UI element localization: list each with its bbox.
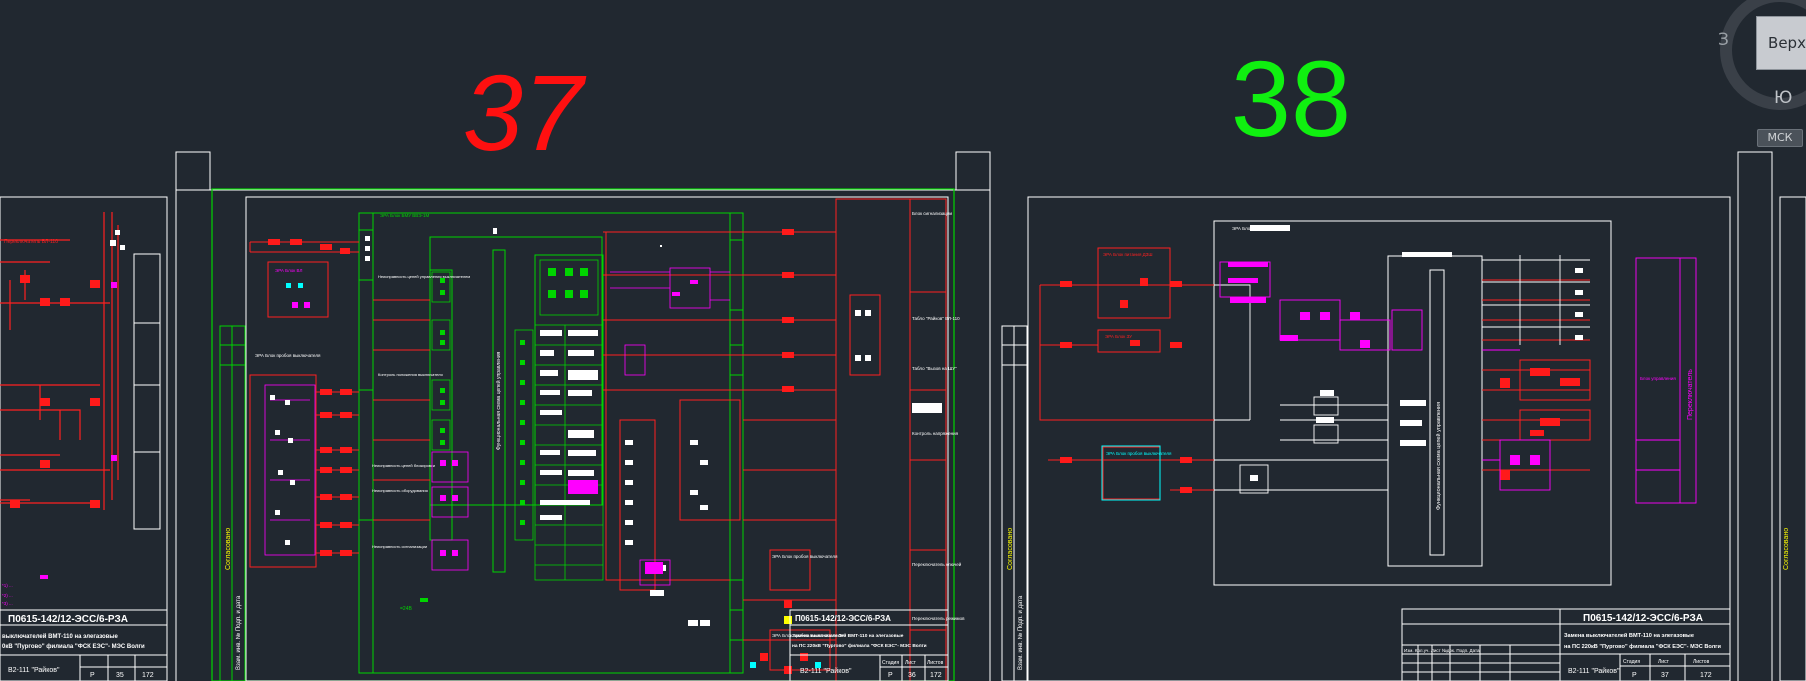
sheet37-col-sheets: Листов bbox=[927, 660, 944, 666]
left-doc-code: П0615-142/12-ЭСС/6-РЗА bbox=[8, 614, 128, 625]
left-title-line1: выключателей ВМТ-110 на элегазовые bbox=[2, 633, 119, 640]
svg-text:*3) ...: *3) ... bbox=[2, 601, 13, 606]
svg-text:Функциональная схема цепей упр: Функциональная схема цепей управления bbox=[495, 351, 502, 450]
s37-frame-label3: Табло "Вызов на ШУ" bbox=[912, 366, 957, 371]
svg-text:=24В: =24В bbox=[400, 606, 412, 612]
s38-block-a: ЭРА Блок БМУ ВВЭ-1М bbox=[1232, 226, 1282, 231]
sheet37-title-line2: на ПС 220кВ "Пургово" филиала "ФСК ЕЭС"-… bbox=[792, 642, 927, 649]
viewcube-south-label[interactable]: Ю bbox=[1774, 88, 1792, 108]
sheet38-col-sheet: Лист bbox=[1658, 659, 1670, 665]
sheet-38: Согласовано Взам. инв. № Подп. и дата Фу… bbox=[1001, 151, 1806, 681]
sheet-36-partial: Переключатель ВЛ-110 *1) ... *2) ... *3)… bbox=[0, 196, 168, 681]
s37-block-b: ЭРА Блок пробоя выключателя bbox=[255, 353, 321, 358]
svg-text:*1) ...: *1) ... bbox=[2, 583, 13, 588]
s37-frame-label4: Контроль напряжения bbox=[912, 431, 959, 436]
sheet38-sheet: 37 bbox=[1661, 672, 1669, 679]
sheet38-col-stage: Стадия bbox=[1623, 659, 1640, 665]
viewcube-top-face[interactable]: Верх bbox=[1756, 16, 1806, 70]
svg-text:Согласовано: Согласовано bbox=[225, 528, 232, 570]
s38-right-block: Переключатель bbox=[1687, 369, 1694, 420]
svg-text:Изм. Кол.уч. Лист №док. Подп.: Изм. Кол.уч. Лист №док. Подп. Дата bbox=[1404, 648, 1480, 653]
s37-block-c: ЭРА Блок пробоя выключателя bbox=[772, 554, 838, 559]
s38-right-block2: Блок управления bbox=[1640, 376, 1676, 381]
s37-frame-label1: Блок сигнализации bbox=[912, 211, 952, 216]
s37-block-a: ЭРА Блок БМУ ВВЭ-1М bbox=[380, 213, 430, 218]
left-sheet: 35 bbox=[116, 672, 124, 679]
s38-block-b: ЭРА Блок питания ДЗШ bbox=[1103, 252, 1153, 257]
s38-block-e: ЭРА Блок пробоя выключателя bbox=[1106, 451, 1172, 456]
viewcube[interactable]: З Верх Ю МСК bbox=[1718, 0, 1806, 147]
ucs-menu-button[interactable]: МСК bbox=[1757, 129, 1803, 147]
sheet38-title-line2: на ПС 220кВ "Пургово" филиала "ФСК ЕЭС"-… bbox=[1564, 643, 1722, 650]
sheet38-doc-code: П0615-142/12-ЭСС/6-РЗА bbox=[1583, 613, 1703, 624]
sheet-37: Согласовано Взам. инв. № Подп. и дата Бл… bbox=[175, 151, 991, 681]
svg-text:Переключатель ВЛ-110: Переключатель ВЛ-110 bbox=[4, 239, 58, 245]
left-cell-label: В2-111 "Райков" bbox=[8, 666, 60, 674]
sheet37-sheets-total: 172 bbox=[930, 672, 942, 679]
s37-frame-label6: Переключатель режимов bbox=[912, 616, 965, 621]
s38-vertical-text: Функциональная схема цепей управления bbox=[1435, 402, 1442, 510]
svg-text:Взам. инв. № Подп. и дата: Взам. инв. № Подп. и дата bbox=[235, 595, 242, 670]
sheet37-col-stage: Стадия bbox=[882, 660, 899, 666]
drawing-canvas[interactable]: 37 38 Переключатель ВЛ-110 *1) ... *2) .… bbox=[0, 0, 1806, 681]
s37-func5: Неисправность сигнализации bbox=[372, 544, 427, 549]
s37-func2: Контроль положения выключателя bbox=[378, 372, 443, 377]
svg-text:*2) ...: *2) ... bbox=[2, 593, 13, 598]
s37-func4: Неисправность оборудования bbox=[372, 488, 428, 493]
s38-block-c: ЭРА Блок ЗУ bbox=[1105, 334, 1132, 339]
sheet38-stage: Р bbox=[1632, 672, 1637, 679]
s37-frame-label2: Табло "Райков" ВЛ-110 bbox=[912, 315, 960, 321]
sheet38-col-sheets: Листов bbox=[1693, 659, 1710, 665]
sheet37-sheet: 36 bbox=[908, 672, 916, 679]
svg-text:Взам. инв. № Подп. и дата: Взам. инв. № Подп. и дата bbox=[1017, 595, 1024, 670]
viewcube-west-label[interactable]: З bbox=[1718, 30, 1729, 50]
s37-func1: Неисправность цепей управления выключате… bbox=[378, 274, 470, 279]
svg-text:Согласовано: Согласовано bbox=[1007, 528, 1014, 570]
sheet37-stage: Р bbox=[888, 672, 893, 679]
sheet37-title-line1: Замена выключателей ВМТ-110 на элегазовы… bbox=[792, 632, 904, 639]
left-title-line2: 0кВ "Пургово" филиала "ФСК ЕЭС"- МЭС Вол… bbox=[2, 643, 145, 650]
sheet38-title-line1: Замена выключателей ВМТ-110 на элегазовы… bbox=[1564, 632, 1694, 639]
sheet38-sheets-total: 172 bbox=[1700, 672, 1712, 679]
sheet-number-38: 38 bbox=[1231, 38, 1351, 159]
left-sheets-total: 172 bbox=[142, 672, 154, 679]
svg-text:Согласовано: Согласовано bbox=[1783, 528, 1790, 570]
s37-func3: Неисправность цепей блокировки bbox=[372, 463, 435, 468]
sheet37-doc-code: П0615-142/12-ЭСС/6-РЗА bbox=[795, 614, 891, 623]
left-stage: Р bbox=[90, 672, 95, 679]
sheet-number-37: 37 bbox=[463, 52, 587, 173]
s37-frame-label5: Переключатель ключей bbox=[912, 561, 962, 567]
sheet37-cell-label: В2-111 "Райков" bbox=[800, 667, 852, 675]
sheet38-cell-label: В2-111 "Райков" bbox=[1568, 667, 1620, 675]
sheet37-col-sheet: Лист bbox=[905, 660, 917, 666]
svg-text:ЭРА Блок ВЛ: ЭРА Блок ВЛ bbox=[275, 268, 302, 273]
